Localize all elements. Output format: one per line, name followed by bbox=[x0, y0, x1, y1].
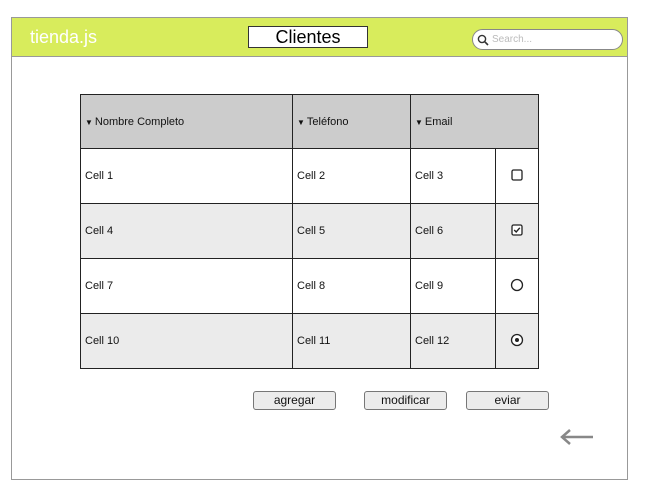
table-header-row: ▼ Nombre Completo ▼ Teléfono ▼ Email bbox=[80, 94, 539, 149]
cell-name: Cell 1 bbox=[80, 148, 293, 204]
table-row: Cell 7 Cell 8 Cell 9 bbox=[80, 258, 539, 314]
brand-logo[interactable]: tienda.js bbox=[30, 27, 97, 48]
cell-phone: Cell 8 bbox=[292, 258, 411, 314]
column-header-label: Email bbox=[424, 115, 453, 128]
cell-name: Cell 4 bbox=[80, 203, 293, 259]
radio-unselected[interactable] bbox=[510, 278, 524, 292]
cell-email: Cell 12 bbox=[410, 313, 496, 369]
arrow-left-icon[interactable] bbox=[549, 428, 593, 446]
send-button[interactable]: eviar bbox=[466, 391, 549, 410]
column-header-label: Teléfono bbox=[306, 115, 349, 128]
row-control bbox=[495, 203, 539, 259]
radio-selected[interactable] bbox=[510, 333, 524, 347]
search-box[interactable] bbox=[472, 29, 623, 50]
search-icon bbox=[477, 34, 489, 46]
cell-email: Cell 9 bbox=[410, 258, 496, 314]
checkbox-unchecked[interactable] bbox=[511, 168, 523, 181]
column-header-label: Nombre Completo bbox=[94, 115, 185, 128]
caret-down-icon: ▼ bbox=[85, 117, 93, 127]
top-bar: tienda.js Clientes bbox=[12, 18, 627, 57]
cell-name: Cell 10 bbox=[80, 313, 293, 369]
add-button[interactable]: agregar bbox=[253, 391, 336, 410]
column-header-phone[interactable]: ▼ Teléfono bbox=[292, 94, 411, 149]
column-header-name[interactable]: ▼ Nombre Completo bbox=[80, 94, 293, 149]
table-row: Cell 4 Cell 5 Cell 6 bbox=[80, 203, 539, 259]
modify-button[interactable]: modificar bbox=[364, 391, 447, 410]
table-row: Cell 10 Cell 11 Cell 12 bbox=[80, 313, 539, 369]
cell-phone: Cell 5 bbox=[292, 203, 411, 259]
cell-phone: Cell 2 bbox=[292, 148, 411, 204]
caret-down-icon: ▼ bbox=[297, 117, 305, 127]
column-header-email[interactable]: ▼ Email bbox=[410, 94, 539, 149]
row-control bbox=[495, 258, 539, 314]
cell-email: Cell 3 bbox=[410, 148, 496, 204]
caret-down-icon: ▼ bbox=[415, 117, 423, 127]
page-title: Clientes bbox=[248, 26, 368, 48]
row-control bbox=[495, 313, 539, 369]
cell-phone: Cell 11 bbox=[292, 313, 411, 369]
cell-email: Cell 6 bbox=[410, 203, 496, 259]
row-control bbox=[495, 148, 539, 204]
checkbox-checked[interactable] bbox=[511, 223, 523, 236]
search-input[interactable] bbox=[492, 32, 614, 47]
cell-name: Cell 7 bbox=[80, 258, 293, 314]
table-row: Cell 1 Cell 2 Cell 3 bbox=[80, 148, 539, 204]
clients-table: ▼ Nombre Completo ▼ Teléfono ▼ Email Cell 1… bbox=[80, 94, 539, 369]
